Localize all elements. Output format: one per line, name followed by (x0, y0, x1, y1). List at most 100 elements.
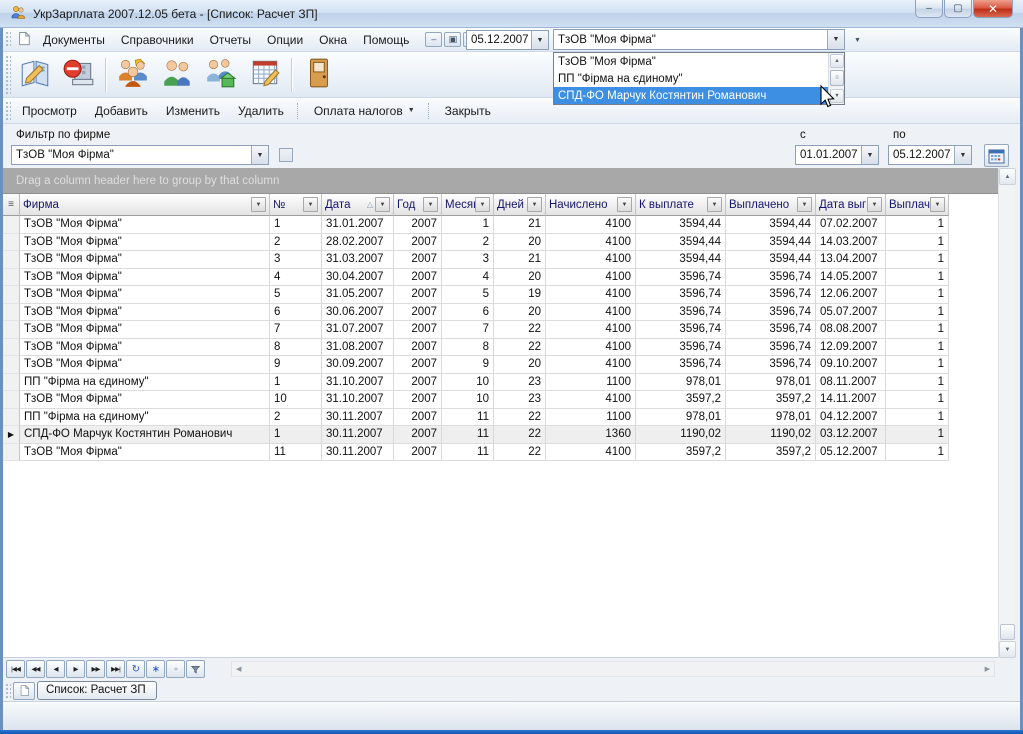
nav-last-button[interactable]: ▶▶| (106, 660, 125, 678)
current-date-combobox[interactable]: 05.12.2007 ▼ (466, 30, 549, 50)
column-filter-icon[interactable]: ▼ (867, 197, 882, 212)
menu-item-4[interactable]: Опции (259, 29, 311, 51)
scroll-right-icon[interactable]: ▶ (981, 665, 994, 673)
column-filter-icon[interactable]: ▼ (375, 197, 390, 212)
action-закрыть[interactable]: Закрыть (436, 100, 500, 122)
toolbar-grip[interactable] (5, 55, 11, 94)
maximize-button[interactable]: ▢ (944, 0, 972, 18)
new-document-icon[interactable] (17, 31, 31, 49)
toolbar-grip[interactable] (5, 101, 11, 120)
table-row[interactable]: ТзОВ "Моя Фірма"228.02.20072007220410035… (3, 234, 998, 252)
column-filter-icon[interactable]: ▼ (707, 197, 722, 212)
firm-blocked-button[interactable] (57, 54, 101, 96)
column-header-2[interactable]: №▼ (270, 194, 322, 216)
nav-prior-button[interactable]: ◀ (46, 660, 65, 678)
dropdown-arrow-icon[interactable]: ▼ (531, 31, 548, 49)
nav-insert-button[interactable]: ∗ (146, 660, 165, 678)
column-header-7[interactable]: Начислено▼ (546, 194, 636, 216)
column-header-11[interactable]: Выплачено г▼ (886, 194, 949, 216)
column-header-8[interactable]: К выплате▼ (636, 194, 726, 216)
column-filter-icon[interactable]: ▼ (475, 197, 490, 212)
scroll-down-icon[interactable]: ▼ (999, 641, 1016, 658)
table-row[interactable]: ТзОВ "Моя Фірма"131.01.20072007121410035… (3, 216, 998, 234)
nav-prior-page-button[interactable]: ◀◀ (26, 660, 45, 678)
action-просмотр[interactable]: Просмотр (13, 100, 86, 122)
toolbar-grip[interactable] (5, 683, 11, 698)
menu-item-5[interactable]: Окна (311, 29, 355, 51)
table-row[interactable]: ТзОВ "Моя Фірма"531.05.20072007519410035… (3, 286, 998, 304)
group-by-panel[interactable]: Drag a column header here to group by th… (3, 168, 998, 194)
dropdown-item-3[interactable]: СПД-ФО Марчук Костянтин Романович (554, 87, 828, 104)
column-header-4[interactable]: Год▼ (394, 194, 442, 216)
nav-first-button[interactable]: |◀◀ (6, 660, 25, 678)
horizontal-scrollbar[interactable]: ◀ ▶ (231, 661, 995, 677)
minimize-button[interactable]: – (915, 0, 943, 18)
address-book-button[interactable] (13, 54, 57, 96)
mdi-minimize-button[interactable]: – (425, 32, 442, 47)
scroll-up-icon[interactable]: ▲ (830, 54, 844, 68)
date-from-combobox[interactable]: 01.01.2007 ▼ (795, 145, 879, 165)
action-оплата-налогов[interactable]: Оплата налогов▼ (305, 100, 424, 122)
firm-filter-combobox[interactable]: ТзОВ "Моя Фірма" ▼ (11, 145, 269, 165)
column-header-6[interactable]: Дней▼ (494, 194, 546, 216)
exit-door-button[interactable] (297, 54, 341, 96)
scrollbar-thumb[interactable] (1000, 624, 1015, 640)
column-header-9[interactable]: Выплачено▼ (726, 194, 816, 216)
table-row[interactable]: ПП "Фірма на єдиному"131.10.200720071023… (3, 374, 998, 392)
scroll-up-icon[interactable]: ▲ (999, 168, 1016, 185)
dropdown-arrow-icon[interactable]: ▼ (827, 30, 844, 49)
table-row[interactable]: ТзОВ "Моя Фірма"331.03.20072007321410035… (3, 251, 998, 269)
tab-payroll-list[interactable]: Список: Расчет ЗП (37, 681, 157, 700)
column-filter-icon[interactable]: ▼ (797, 197, 812, 212)
action-изменить[interactable]: Изменить (157, 100, 229, 122)
dropdown-arrow-icon[interactable]: ▼ (861, 146, 878, 164)
menu-item-6[interactable]: Помощь (355, 29, 417, 51)
nav-refresh-button[interactable]: ↻ (126, 660, 145, 678)
close-button[interactable]: ✕ (973, 0, 1013, 18)
scroll-left-icon[interactable]: ◀ (232, 665, 245, 673)
table-row[interactable]: ТзОВ "Моя Фірма"430.04.20072007420410035… (3, 269, 998, 287)
calendar-button[interactable] (984, 144, 1009, 167)
nav-next-page-button[interactable]: ▶▶ (86, 660, 105, 678)
action-добавить[interactable]: Добавить (86, 100, 157, 122)
persons-button[interactable] (155, 54, 199, 96)
column-header-10[interactable]: Дата выг▼ (816, 194, 886, 216)
date-to-combobox[interactable]: 05.12.2007 ▼ (888, 145, 972, 165)
column-header-1[interactable]: Фирма▼ (20, 194, 270, 216)
employees-group-button[interactable] (111, 54, 155, 96)
document-tab-icon-button[interactable] (13, 682, 35, 700)
firm-combobox[interactable]: ТзОВ "Моя Фірма" ▼ (553, 29, 845, 50)
column-filter-icon[interactable]: ▼ (303, 197, 318, 212)
mdi-restore-button[interactable]: ▣ (444, 32, 461, 47)
dropdown-arrow-icon[interactable]: ▼ (251, 146, 268, 164)
column-filter-icon[interactable]: ▼ (617, 197, 632, 212)
nav-next-button[interactable]: ▶ (66, 660, 85, 678)
dropdown-item-2[interactable]: ПП "Фірма на єдиному" (554, 70, 828, 87)
column-header-3[interactable]: Дата△▼ (322, 194, 394, 216)
toolbar-grip[interactable] (5, 31, 11, 48)
column-filter-icon[interactable]: ▼ (930, 197, 945, 212)
table-row[interactable]: ТзОВ "Моя Фірма"930.09.20072007920410035… (3, 356, 998, 374)
table-row[interactable]: ТзОВ "Моя Фірма"731.07.20072007722410035… (3, 321, 998, 339)
table-row[interactable]: ТзОВ "Моя Фірма"630.06.20072007620410035… (3, 304, 998, 322)
nav-filter-button[interactable] (186, 660, 205, 678)
menu-item-2[interactable]: Справочники (113, 29, 202, 51)
column-filter-icon[interactable]: ▼ (251, 197, 266, 212)
table-row[interactable]: ▶СПД-ФО Марчук Костянтин Романович130.11… (3, 426, 998, 444)
filter-checkbox[interactable] (279, 148, 293, 162)
menu-item-3[interactable]: Отчеты (202, 29, 259, 51)
toolbar-overflow-icon[interactable]: ▼ (850, 35, 865, 46)
action-удалить[interactable]: Удалить (229, 100, 293, 122)
column-filter-icon[interactable]: ▼ (423, 197, 438, 212)
table-row[interactable]: ПП "Фірма на єдиному"230.11.200720071122… (3, 409, 998, 427)
column-header-5[interactable]: Месяц▼ (442, 194, 494, 216)
column-filter-icon[interactable]: ▼ (527, 197, 542, 212)
person-home-button[interactable] (199, 54, 243, 96)
dropdown-item-1[interactable]: ТзОВ "Моя Фірма" (554, 53, 828, 70)
table-row[interactable]: ТзОВ "Моя Фірма"1031.10.2007200710234100… (3, 391, 998, 409)
dropdown-arrow-icon[interactable]: ▼ (954, 146, 971, 164)
table-row[interactable]: ТзОВ "Моя Фірма"1130.11.2007200711224100… (3, 444, 998, 462)
calendar-edit-button[interactable] (243, 54, 287, 96)
menu-item-1[interactable]: Документы (35, 29, 113, 51)
vertical-scrollbar[interactable]: ▲ ▼ (998, 168, 1015, 658)
